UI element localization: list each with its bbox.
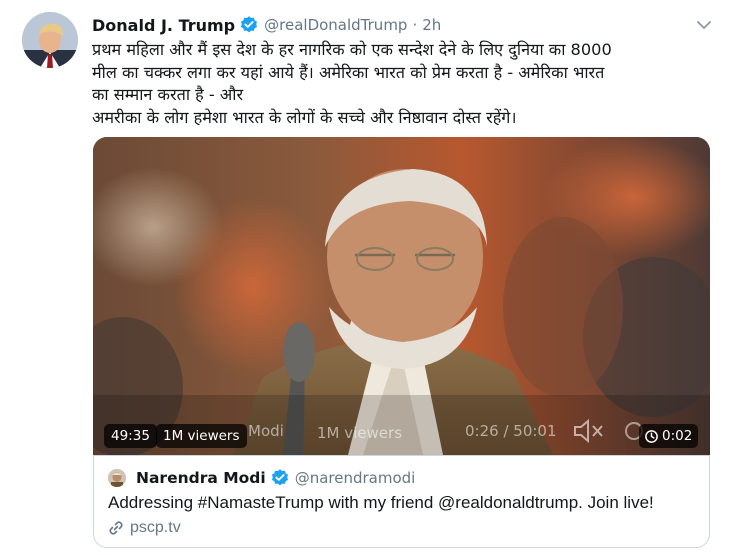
- verified-badge-icon: [239, 15, 259, 35]
- viewers-badge: 1M viewers: [156, 424, 247, 448]
- tweet-time[interactable]: 2h: [422, 16, 441, 34]
- overlay-viewers: 1M viewers: [317, 424, 403, 442]
- tweet[interactable]: Donald J. Trump @realDonaldTrump · 2h प्…: [0, 0, 750, 555]
- quoted-name[interactable]: Narendra Modi: [136, 469, 266, 487]
- avatar[interactable]: [22, 12, 78, 68]
- replay-badge[interactable]: 0:02: [639, 424, 699, 448]
- tweet-header: Donald J. Trump @realDonaldTrump · 2h: [92, 13, 441, 37]
- video-frame: [93, 137, 710, 455]
- link-icon: [109, 521, 123, 535]
- overlay-time: 0:26 / 50:01: [465, 422, 557, 440]
- verified-badge-icon: [270, 468, 290, 488]
- speaker-muted-icon[interactable]: [571, 417, 607, 445]
- quoted-text: Addressing #NamasteTrump with my friend …: [108, 493, 654, 512]
- quoted-header: Narendra Modi @narendramodi: [108, 468, 415, 488]
- tweet-text-line: का सम्मान करता है - और: [92, 85, 244, 104]
- quoted-link[interactable]: pscp.tv: [108, 519, 181, 537]
- tweet-text-line: मील का चक्कर लगा कर यहां आये हैं। अमेरिक…: [92, 62, 605, 82]
- author-handle[interactable]: @realDonaldTrump: [264, 16, 407, 34]
- quoted-card[interactable]: Narendra Modi @narendramodi Addressing #…: [93, 455, 710, 548]
- video-player[interactable]: Modi 1M viewers 0:26 / 50:01: [93, 137, 710, 455]
- tweet-text-line: प्रथम महिला और मैं इस देश के हर नागरिक क…: [92, 40, 612, 59]
- replay-clock-icon: [645, 429, 658, 443]
- author-name[interactable]: Donald J. Trump: [92, 16, 235, 35]
- separator-dot: ·: [412, 16, 418, 34]
- quoted-handle[interactable]: @narendramodi: [295, 469, 416, 487]
- quoted-link-text: pscp.tv: [130, 519, 181, 536]
- chevron-down-icon[interactable]: [693, 14, 715, 36]
- tweet-text-line: अमरीका के लोग हमेशा भारत के लोगों के सच्…: [92, 107, 517, 127]
- duration-badge: 49:35: [104, 424, 157, 448]
- tweet-text: प्रथम महिला और मैं इस देश के हर नागरिक क…: [92, 39, 712, 129]
- overlay-name: Modi: [248, 422, 284, 440]
- quoted-avatar[interactable]: [108, 469, 126, 487]
- replay-time: 0:02: [662, 428, 693, 444]
